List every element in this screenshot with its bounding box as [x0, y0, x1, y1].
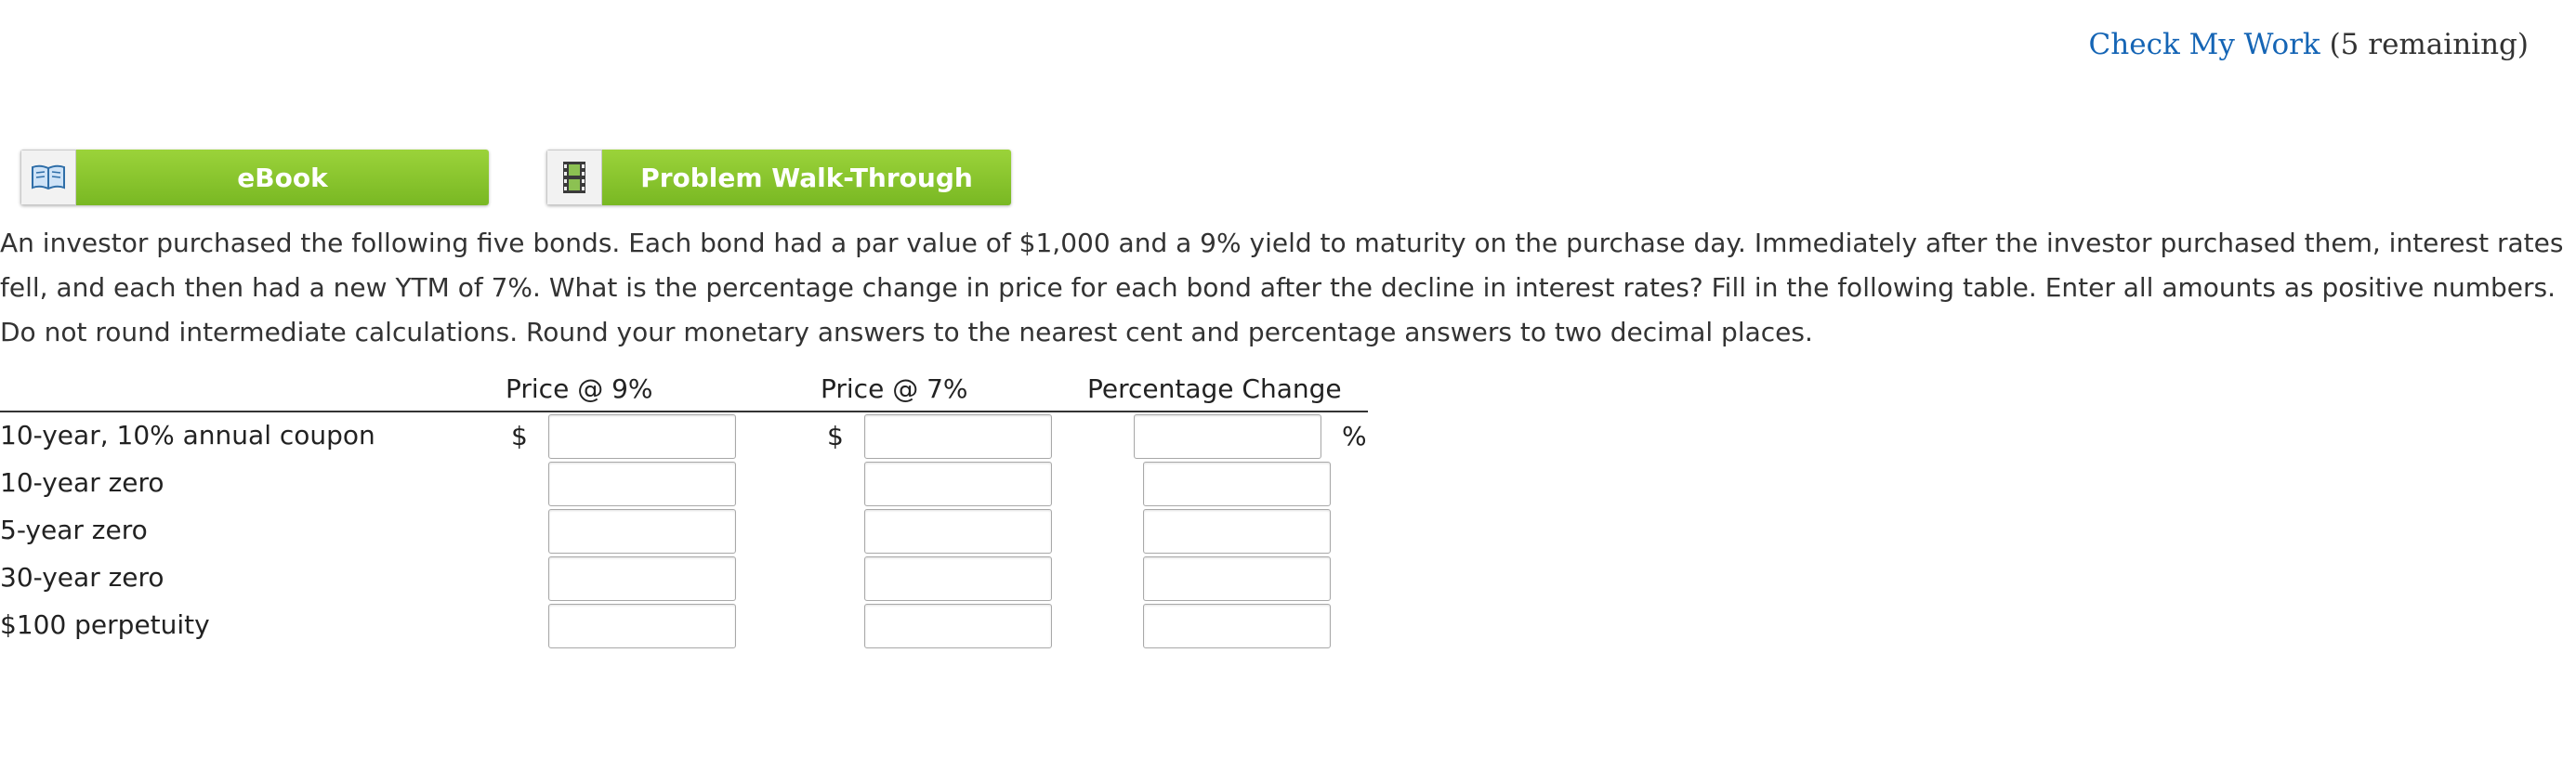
price-9-10yr-coupon-input[interactable] [548, 414, 736, 459]
row-label-5yr-zero: 5-year zero [0, 515, 148, 545]
check-my-work-link[interactable]: Check My Work [2089, 28, 2320, 61]
check-my-work: Check My Work (5 remaining) [2089, 28, 2529, 61]
book-icon [20, 150, 76, 205]
row-label-10yr-zero: 10-year zero [0, 467, 164, 498]
pct-change-10yr-coupon-input[interactable] [1134, 414, 1321, 459]
price-7-30yr-zero-input[interactable] [864, 556, 1052, 601]
pct-change-perpetuity-input[interactable] [1143, 604, 1331, 648]
col-header-pct-change: Percentage Change [1087, 373, 1342, 404]
price-9-5yr-zero-input[interactable] [548, 509, 736, 554]
price-9-30yr-zero-input[interactable] [548, 556, 736, 601]
price-7-perpetuity-input[interactable] [864, 604, 1052, 648]
table-header-rule [0, 411, 1368, 412]
col-header-price-7: Price @ 7% [821, 373, 968, 404]
col-header-price-9: Price @ 9% [506, 373, 653, 404]
film-icon [546, 150, 602, 205]
price-9-10yr-zero-input[interactable] [548, 462, 736, 506]
problem-walkthrough-button[interactable]: Problem Walk-Through [546, 150, 1011, 205]
pct-change-30yr-zero-input[interactable] [1143, 556, 1331, 601]
percent-symbol: % [1342, 421, 1367, 451]
pct-change-5yr-zero-input[interactable] [1143, 509, 1331, 554]
question-text: An investor purchased the following five… [0, 228, 2564, 347]
remaining-attempts: (5 remaining) [2329, 28, 2529, 61]
ebook-label: eBook [76, 150, 489, 205]
pct-change-10yr-zero-input[interactable] [1143, 462, 1331, 506]
currency-symbol: $ [827, 421, 844, 451]
row-label-10yr-coupon: 10-year, 10% annual coupon [0, 420, 375, 451]
price-7-10yr-zero-input[interactable] [864, 462, 1052, 506]
price-7-10yr-coupon-input[interactable] [864, 414, 1052, 459]
ebook-button[interactable]: eBook [20, 150, 489, 205]
row-label-100-perpetuity: $100 perpetuity [0, 609, 210, 640]
price-9-perpetuity-input[interactable] [548, 604, 736, 648]
currency-symbol: $ [511, 421, 528, 451]
row-label-30yr-zero: 30-year zero [0, 562, 164, 593]
price-7-5yr-zero-input[interactable] [864, 509, 1052, 554]
problem-walkthrough-label: Problem Walk-Through [602, 150, 1011, 205]
